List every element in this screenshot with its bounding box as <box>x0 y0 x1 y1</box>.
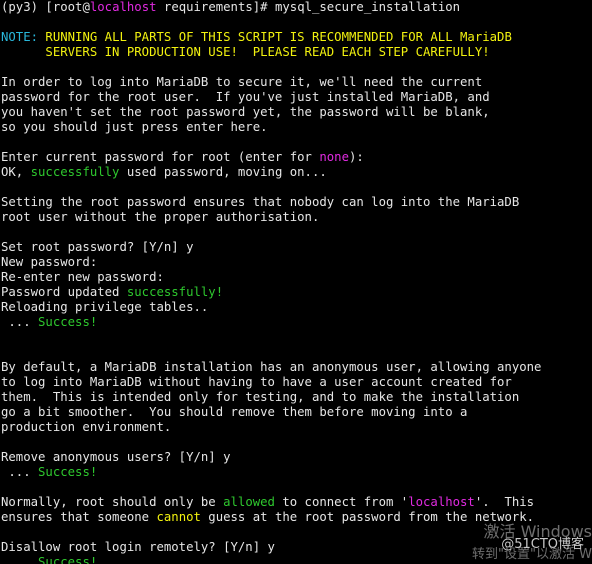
normally-line-1: Normally, root should only be allowed to… <box>1 495 592 510</box>
activation-hint-watermark: 转到"设置"以激活 W <box>472 547 592 562</box>
note-line-2: SERVERS IN PRODUCTION USE! PLEASE READ E… <box>1 45 490 59</box>
terminal-output: (py3) [root@localhost requirements]# mys… <box>0 0 592 564</box>
intro-line: so you should just press enter here. <box>1 120 268 134</box>
success-prefix: ... <box>1 315 39 329</box>
successfully-keyword: successfully! <box>126 285 224 299</box>
ok-prefix: OK, <box>1 165 31 179</box>
reenter-password-line: Re-enter new password: <box>1 270 164 284</box>
allowed-keyword: allowed <box>223 495 275 509</box>
normally-text: to connect from ' <box>274 495 409 509</box>
anonymous-line: them. This is intended only for testing,… <box>1 390 520 404</box>
remove-anonymous-prompt: Remove anonymous users? [Y/n] y <box>1 450 231 464</box>
intro-line: password for the root user. If you've ju… <box>1 90 490 104</box>
set-root-password-prompt: Set root password? [Y/n] y <box>1 240 194 254</box>
prompt-command: mysql_secure_installation <box>274 0 461 14</box>
anonymous-line: to log into MariaDB without having to ha… <box>1 375 512 389</box>
none-keyword: none <box>319 150 349 164</box>
success-keyword: Success! <box>38 555 98 564</box>
password-updated-line: Password updated successfully! <box>1 285 592 300</box>
note-line-1: NOTE: RUNNING ALL PARTS OF THIS SCRIPT I… <box>1 30 592 45</box>
localhost-keyword: localhost <box>408 495 475 509</box>
note-label: NOTE: <box>1 30 39 44</box>
prompt-path: requirements] <box>156 0 261 14</box>
enter-current-password-line: Enter current password for root (enter f… <box>1 150 592 165</box>
success-line: ... Success! <box>1 465 592 480</box>
shell-prompt-line: (py3) [root@localhost requirements]# mys… <box>1 0 592 15</box>
success-keyword: Success! <box>38 465 98 479</box>
intro-line: you haven't set the root password yet, t… <box>1 105 490 119</box>
prompt-symbol: # <box>260 0 275 14</box>
prompt-user: root <box>52 0 83 14</box>
anonymous-line: production environment. <box>1 420 172 434</box>
normally-text: Normally, root should only be <box>1 495 224 509</box>
prompt-at: @ <box>82 0 90 14</box>
anonymous-line: By default, a MariaDB installation has a… <box>1 360 542 374</box>
setting-root-line: root user without the proper authorisati… <box>1 210 320 224</box>
success-line: ... Success! <box>1 315 592 330</box>
cannot-keyword: cannot <box>156 510 201 524</box>
anonymous-line: go a bit smoother. You should remove the… <box>1 405 468 419</box>
success-keyword: Success! <box>38 315 98 329</box>
success-prefix: ... <box>1 555 39 564</box>
enter-current-suffix: ): <box>348 150 364 164</box>
intro-line: In order to log into MariaDB to secure i… <box>1 75 483 89</box>
ok-line: OK, successfully used password, moving o… <box>1 165 592 180</box>
note-text-1: RUNNING ALL PARTS OF THIS SCRIPT IS RECO… <box>38 30 512 44</box>
prompt-bracket: [ <box>38 0 53 14</box>
prompt-host: localhost <box>89 0 157 14</box>
successfully-keyword: successfully <box>30 165 120 179</box>
terminal-window[interactable]: (py3) [root@localhost requirements]# mys… <box>0 0 592 564</box>
prompt-env: (py3) <box>1 0 39 14</box>
reloading-line: Reloading privilege tables.. <box>1 300 209 314</box>
enter-current-prefix: Enter current password for root (enter f… <box>1 150 320 164</box>
password-updated-prefix: Password updated <box>1 285 127 299</box>
success-prefix: ... <box>1 465 39 479</box>
normally-text: '. This <box>474 495 535 509</box>
normally-text: ensures that someone <box>1 510 157 524</box>
setting-root-line: Setting the root password ensures that n… <box>1 195 520 209</box>
new-password-line: New password: <box>1 255 98 269</box>
ok-suffix: used password, moving on... <box>119 165 327 179</box>
